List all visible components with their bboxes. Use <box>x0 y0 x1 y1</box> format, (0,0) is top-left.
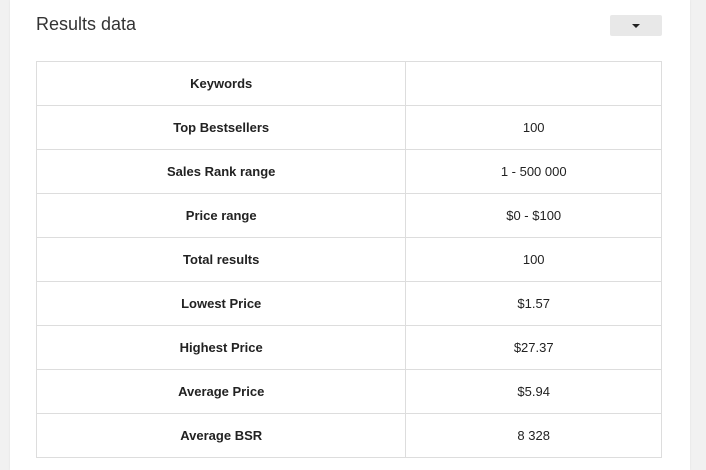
table-row: Total results 100 <box>35 237 662 282</box>
caret-down-icon <box>632 24 640 28</box>
panel-title: Results data <box>36 14 137 34</box>
results-table: Keywords Top Bestsellers 100 Sales Rank … <box>35 61 662 458</box>
results-data-panel: Results data Keywords Top Bestsellers 10… <box>10 0 690 470</box>
table-row: Top Bestsellers 100 <box>35 105 662 150</box>
row-value: $5.94 <box>405 369 662 414</box>
row-value: 100 <box>405 105 662 150</box>
row-label: Sales Rank range <box>35 149 407 194</box>
row-label: Average Price <box>35 369 407 414</box>
row-value: 8 328 <box>405 413 662 458</box>
table-row: Price range $0 - $100 <box>35 193 662 238</box>
row-value: $0 - $100 <box>405 193 662 238</box>
row-value <box>405 61 662 106</box>
table-row: Sales Rank range 1 - 500 000 <box>35 149 662 194</box>
row-value: $27.37 <box>405 325 662 370</box>
row-value: 1 - 500 000 <box>405 149 662 194</box>
row-label: Total results <box>35 237 407 282</box>
row-value: 100 <box>405 237 662 282</box>
row-label: Lowest Price <box>35 281 407 326</box>
table-row: Average Price $5.94 <box>35 369 662 414</box>
table-row: Lowest Price $1.57 <box>35 281 662 326</box>
row-label: Average BSR <box>35 413 407 458</box>
row-label: Keywords <box>35 61 407 106</box>
table-row: Average BSR 8 328 <box>35 413 662 458</box>
table-row: Highest Price $27.37 <box>35 325 662 370</box>
row-label: Top Bestsellers <box>35 105 407 150</box>
row-value: $1.57 <box>405 281 662 326</box>
panel-dropdown-button[interactable] <box>610 15 662 36</box>
table-row: Keywords <box>35 61 662 106</box>
row-label: Price range <box>35 193 407 238</box>
row-label: Highest Price <box>35 325 407 370</box>
